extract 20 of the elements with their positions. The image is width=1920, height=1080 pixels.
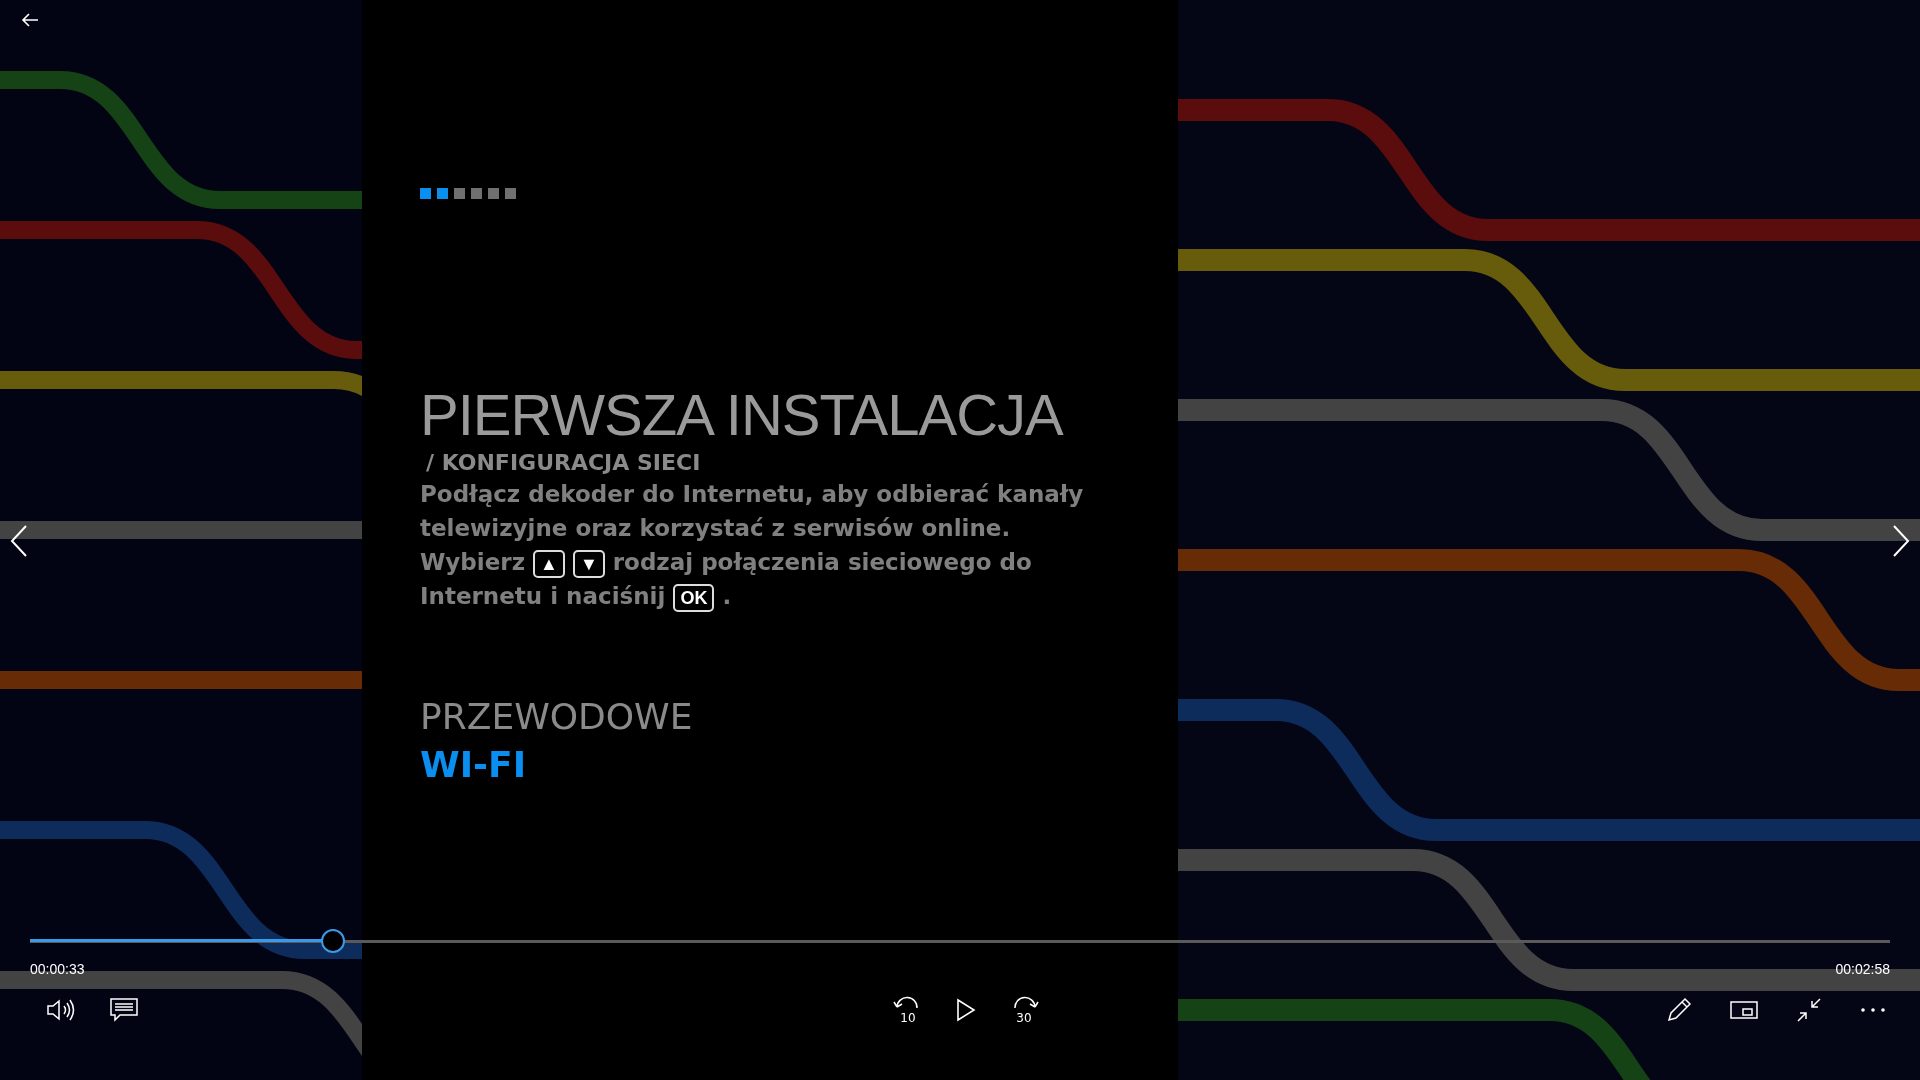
key-label: OK [673, 584, 715, 612]
screen-subtitle: / KONFIGURACJA SIECI [425, 450, 702, 475]
play-icon[interactable] [956, 998, 976, 1022]
next-icon[interactable] [1891, 524, 1911, 558]
total-time: 00:02:58 [1835, 961, 1890, 977]
screen-title: PIERWSZA INSTALACJA [420, 381, 1065, 448]
more-icon[interactable] [1860, 1007, 1886, 1013]
pencil-icon[interactable] [1666, 997, 1692, 1023]
menu-option[interactable]: PRZEWODOWE [420, 693, 1178, 741]
key-label: ▲ [533, 550, 565, 578]
captions-icon[interactable] [110, 997, 138, 1023]
progress-thumb[interactable] [321, 929, 346, 953]
menu-option[interactable]: WI-FI [420, 741, 1178, 789]
exit-fullscreen-icon[interactable] [1796, 997, 1822, 1023]
key-label: ▼ [572, 550, 605, 578]
elapsed-time: 00:00:33 [30, 961, 85, 977]
mini-view-icon[interactable] [1730, 1000, 1758, 1020]
volume-icon[interactable] [46, 998, 76, 1022]
instruction-text: Podłącz dekoder do Internetu, aby odbierać kanały telewizyjne oraz korzystać z serwisów online. Wybierz ▲ ▼ rodzaj połączenia sieciowego do Internetu i naciśnij OK . [420, 477, 1100, 613]
previous-icon[interactable] [9, 524, 29, 558]
